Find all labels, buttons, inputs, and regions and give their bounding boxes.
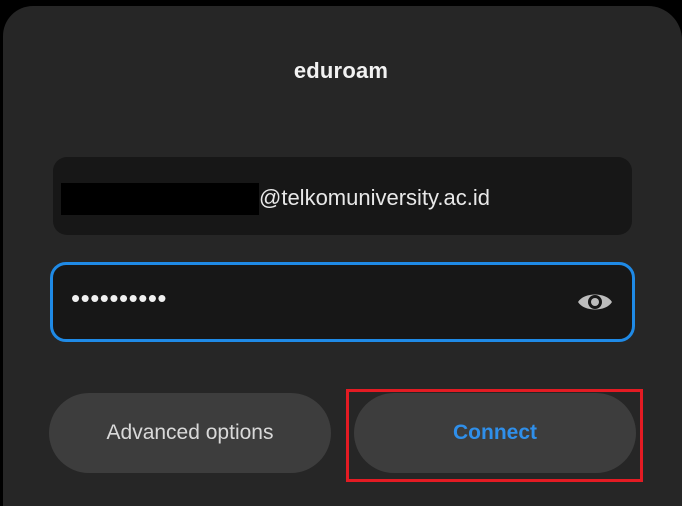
dialog-title: eduroam: [293, 58, 389, 83]
advanced-options-button[interactable]: Advanced options: [49, 393, 331, 473]
connect-button[interactable]: Connect: [354, 393, 636, 473]
password-field[interactable]: ••••••••••: [50, 262, 635, 342]
eye-icon[interactable]: [576, 289, 614, 315]
redacted-username: [61, 183, 259, 215]
identity-field[interactable]: @telkomuniversity.ac.id: [53, 157, 632, 235]
identity-domain-suffix: @telkomuniversity.ac.id: [259, 185, 490, 210]
password-value: ••••••••••: [71, 283, 168, 313]
